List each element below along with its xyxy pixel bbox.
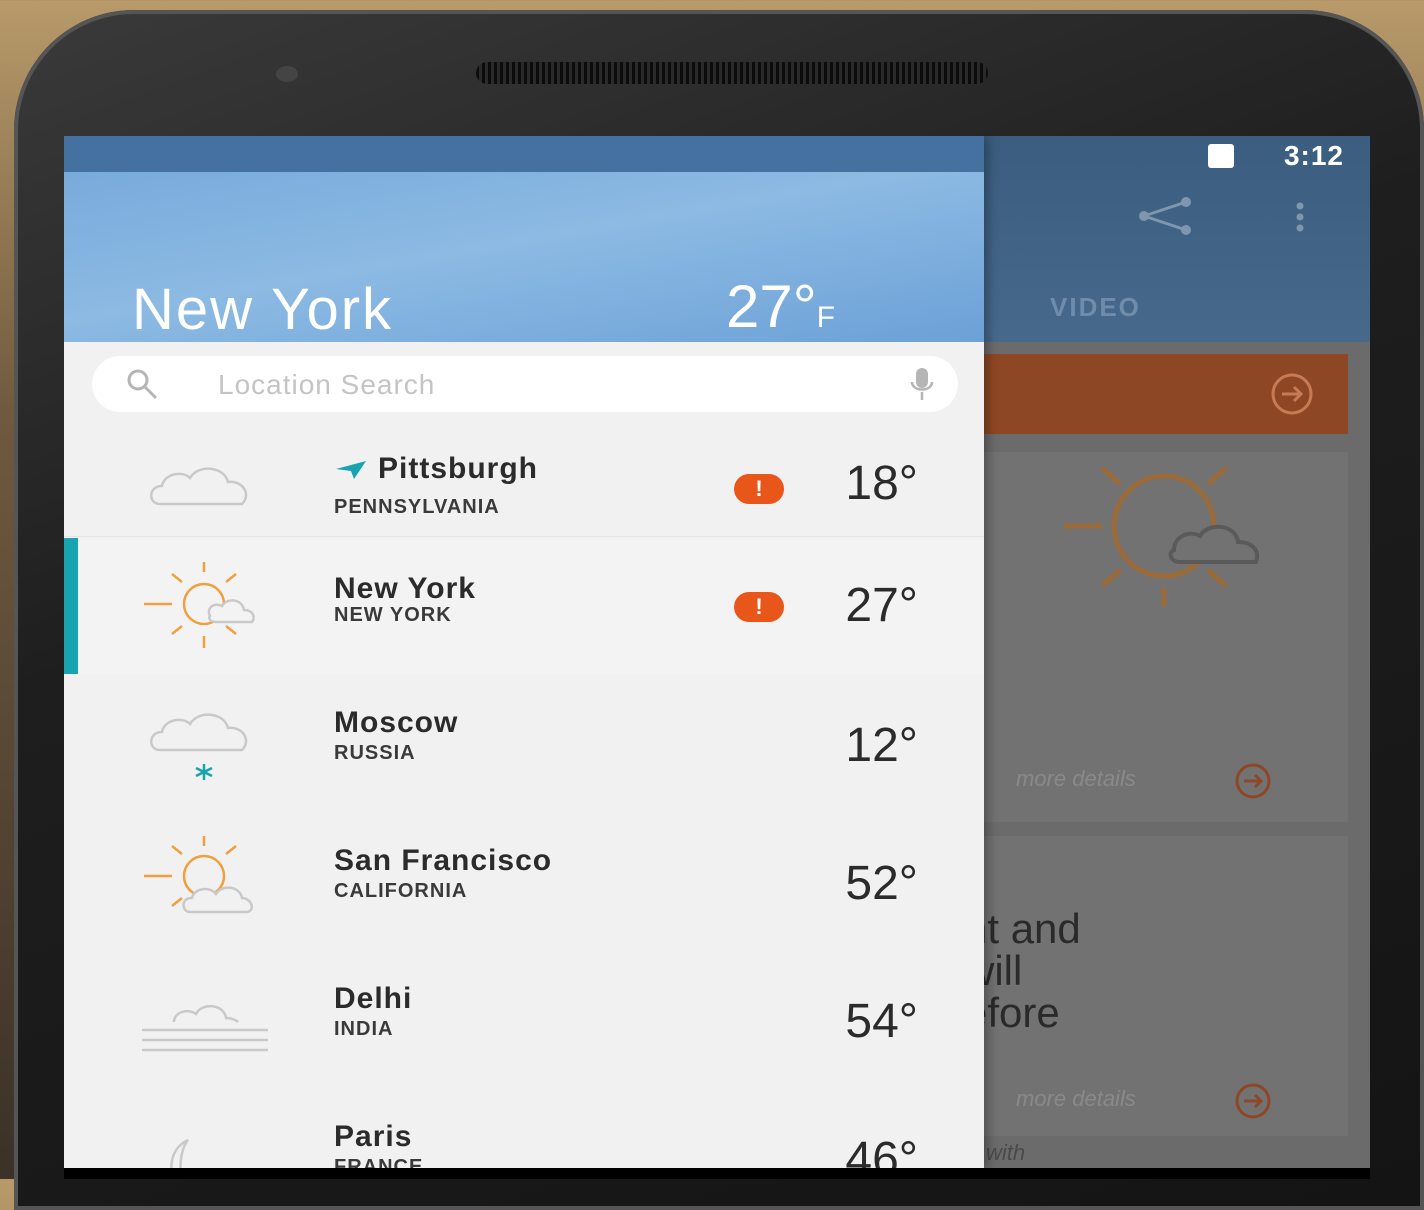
phone-screen: 3:12 VIDEO more details nt and will efor… (64, 136, 1370, 1168)
status-time: 3:12 (1283, 140, 1344, 171)
front-camera (276, 66, 298, 82)
arrow-right-circle-icon[interactable] (1234, 1082, 1272, 1120)
more-details-link[interactable]: more details (1016, 1086, 1136, 1112)
overflow-menu-icon[interactable] (1290, 202, 1310, 232)
location-search-bar[interactable] (92, 356, 958, 412)
drawer-status-bar (64, 136, 984, 172)
fog-icon (142, 1005, 268, 1052)
screen-bottom-edge (64, 1168, 1370, 1179)
temp-value: 27° (726, 273, 817, 340)
location-item-new-york[interactable]: New York NEW YORK ! 27° (64, 538, 984, 674)
sponsor-label: with (986, 1140, 1026, 1165)
weather-alert-badge[interactable]: ! (734, 592, 784, 622)
location-city: Pittsburgh (334, 452, 538, 486)
location-region: FRANCE (334, 1156, 424, 1168)
alert-banner[interactable] (964, 354, 1348, 434)
arrow-right-circle-icon[interactable] (1270, 372, 1314, 416)
location-region: PENNSYLVANIA (334, 496, 500, 518)
cloud-icon (150, 467, 248, 506)
more-details-link[interactable]: more details (1016, 766, 1136, 792)
share-icon[interactable] (1134, 196, 1196, 236)
location-temperature: 46° (845, 1133, 918, 1168)
location-item-delhi[interactable]: Delhi INDIA 54° (64, 952, 984, 1088)
temp-unit: F (816, 301, 836, 334)
partly-sunny-icon (144, 836, 254, 914)
location-region: INDIA (334, 1018, 394, 1040)
location-item-san-francisco[interactable]: San Francisco CALIFORNIA 52° (64, 814, 984, 950)
city-name: Moscow (334, 706, 459, 739)
snow-cloud-icon (150, 713, 248, 780)
search-input[interactable] (216, 364, 860, 406)
drawer-header: New York 27°F (64, 172, 984, 342)
partly-sunny-icon (1064, 466, 1259, 606)
location-region: NEW YORK (334, 604, 452, 626)
location-temperature: 54° (845, 995, 918, 1048)
partly-sunny-icon (144, 562, 255, 648)
city-name: San Francisco (334, 844, 553, 877)
city-name: New York (334, 572, 476, 605)
location-temperature: 12° (845, 719, 918, 772)
search-icon (127, 369, 158, 400)
weather-alert-badge[interactable]: ! (734, 474, 784, 504)
location-region: CALIFORNIA (334, 880, 468, 902)
battery-icon (1208, 144, 1234, 168)
moon-icon (170, 1138, 190, 1168)
microphone-icon[interactable] (910, 366, 934, 402)
city-name: Paris (334, 1120, 413, 1153)
current-city: New York (132, 277, 394, 342)
arrow-right-circle-icon[interactable] (1234, 762, 1272, 800)
selected-indicator (64, 538, 78, 674)
city-name: Delhi (334, 982, 413, 1015)
location-region: RUSSIA (334, 742, 416, 764)
location-temperature: 18° (845, 457, 918, 510)
city-name: Pittsburgh (378, 452, 538, 485)
location-temperature: 27° (845, 579, 918, 632)
current-temperature: 27°F (726, 272, 835, 341)
location-item-paris[interactable]: Paris FRANCE 46° (64, 1090, 984, 1168)
current-location-icon (336, 461, 366, 480)
divider (64, 536, 984, 537)
earpiece-speaker (476, 62, 988, 84)
location-item-moscow[interactable]: Moscow RUSSIA 12° (64, 676, 984, 812)
location-temperature: 52° (845, 857, 918, 910)
location-drawer: New York 27°F Pittsburgh PENNSYLVANIA ! (64, 136, 984, 1168)
tab-video[interactable]: VIDEO (1050, 292, 1141, 323)
